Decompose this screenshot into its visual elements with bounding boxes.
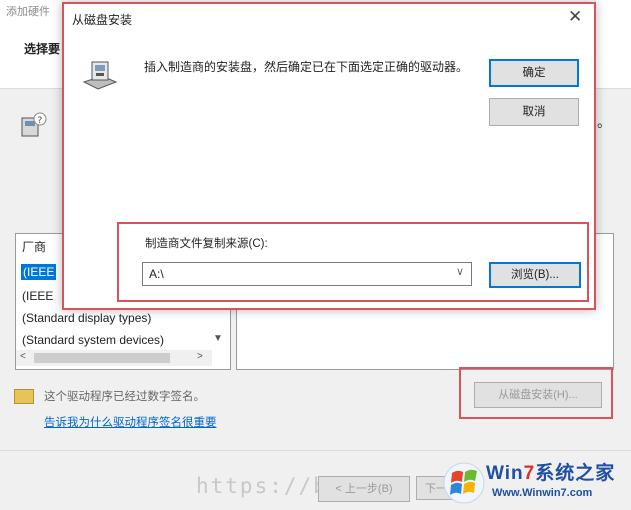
close-icon[interactable]: ✕ — [568, 7, 582, 27]
scroll-left-arrow-icon[interactable]: < — [20, 351, 26, 362]
hardware-device-icon: ? — [21, 112, 47, 137]
signing-info-link[interactable]: 告诉我为什么驱动程序签名很重要 — [44, 414, 217, 430]
dialog-title: 从磁盘安装 — [72, 13, 133, 27]
signing-status-text: 这个驱动程序已经过数字签名。 — [44, 391, 205, 403]
browse-button[interactable]: 浏览(B)... — [489, 262, 581, 288]
signed-driver-icon — [14, 389, 34, 404]
have-disk-highlight-box — [459, 367, 613, 419]
disk-drive-icon — [82, 61, 118, 90]
logo-title-prefix: Win — [486, 463, 524, 484]
manufacturer-item[interactable]: (IEEE — [21, 264, 57, 280]
scroll-down-arrow-icon[interactable]: ▼ — [213, 333, 223, 344]
manufacturer-item[interactable]: (Standard system devices) — [22, 333, 164, 347]
dialog-instruction: 插入制造商的安装盘，然后确定已在下面选定正确的驱动器。 — [144, 60, 469, 74]
wizard-title: 添加硬件 — [6, 6, 50, 18]
back-button[interactable]: < 上一步(B) — [318, 476, 410, 502]
wizard-trailing-text: 。 — [597, 114, 611, 130]
logo-url: Www.Winwin7.com — [492, 487, 593, 499]
manufacturer-list-header: 厂商 — [22, 240, 47, 254]
chevron-down-icon[interactable]: ∨ — [456, 265, 464, 278]
logo-title: Win7系统之家 — [486, 458, 615, 485]
copy-source-label: 制造商文件复制来源(C): — [145, 238, 268, 250]
copy-source-combobox[interactable]: A:\ — [142, 262, 472, 286]
wizard-heading: 选择要 — [24, 42, 61, 56]
logo-title-suffix: 系统之家 — [535, 463, 616, 484]
svg-text:?: ? — [38, 116, 43, 126]
ok-button[interactable]: 确定 — [489, 59, 579, 87]
manufacturer-item[interactable]: (IEEE — [22, 289, 53, 303]
cancel-button[interactable]: 取消 — [489, 98, 579, 126]
logo-title-seven: 7 — [523, 463, 536, 484]
manufacturer-item[interactable]: (Standard display types) — [22, 311, 151, 325]
scroll-right-arrow-icon[interactable]: > — [197, 351, 203, 362]
scrollbar-thumb[interactable] — [34, 353, 170, 363]
